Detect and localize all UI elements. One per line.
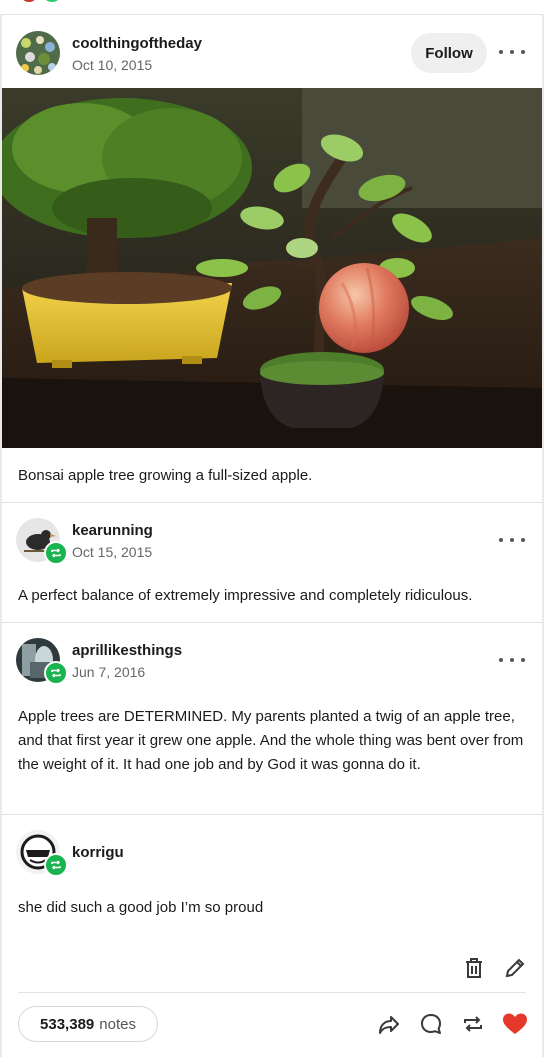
avatar-coolthingoftheday[interactable]	[16, 31, 60, 75]
reblog-author[interactable]: kearunning	[72, 522, 153, 539]
reblog-author[interactable]: korrigu	[72, 844, 124, 861]
reblog-icon	[44, 661, 68, 685]
like-icon[interactable]	[501, 1010, 529, 1038]
notes-label: notes	[99, 1015, 136, 1033]
previous-avatar	[22, 0, 36, 2]
divider	[2, 502, 542, 503]
share-icon[interactable]	[375, 1010, 403, 1038]
more-icon[interactable]	[499, 46, 525, 58]
follow-button[interactable]: Follow	[411, 33, 487, 73]
reblog-text: Apple trees are DETERMINED. My parents p…	[18, 708, 524, 773]
reblog-icon	[44, 541, 68, 565]
previous-reblog-badge	[44, 0, 60, 2]
post-date[interactable]: Oct 10, 2015	[72, 57, 152, 73]
edit-icon[interactable]	[501, 954, 529, 982]
reblog-text: she did such a good job I’m so proud	[18, 899, 264, 916]
divider	[18, 992, 526, 993]
reblog-date[interactable]: Oct 15, 2015	[72, 544, 152, 560]
divider	[2, 814, 542, 815]
more-icon[interactable]	[499, 654, 525, 666]
more-icon[interactable]	[499, 534, 525, 546]
reblog-text: A perfect balance of extremely impressiv…	[18, 587, 473, 604]
notes-button[interactable]: 533,389 notes	[18, 1006, 158, 1042]
post-photo	[2, 88, 542, 448]
divider	[2, 622, 542, 623]
post-author[interactable]: coolthingoftheday	[72, 35, 202, 52]
reblog-date[interactable]: Jun 7, 2016	[72, 664, 145, 680]
notes-count: 533,389	[40, 1015, 95, 1033]
previous-post-edge	[0, 0, 544, 15]
trash-icon[interactable]	[460, 954, 488, 982]
post-caption: Bonsai apple tree growing a full-sized a…	[18, 467, 313, 484]
reblog-icon[interactable]	[459, 1010, 487, 1038]
bonsai-apple-image	[2, 88, 542, 448]
reblog-icon	[44, 853, 68, 877]
reblog-author[interactable]: aprillikesthings	[72, 642, 182, 659]
reply-icon[interactable]	[417, 1010, 445, 1038]
